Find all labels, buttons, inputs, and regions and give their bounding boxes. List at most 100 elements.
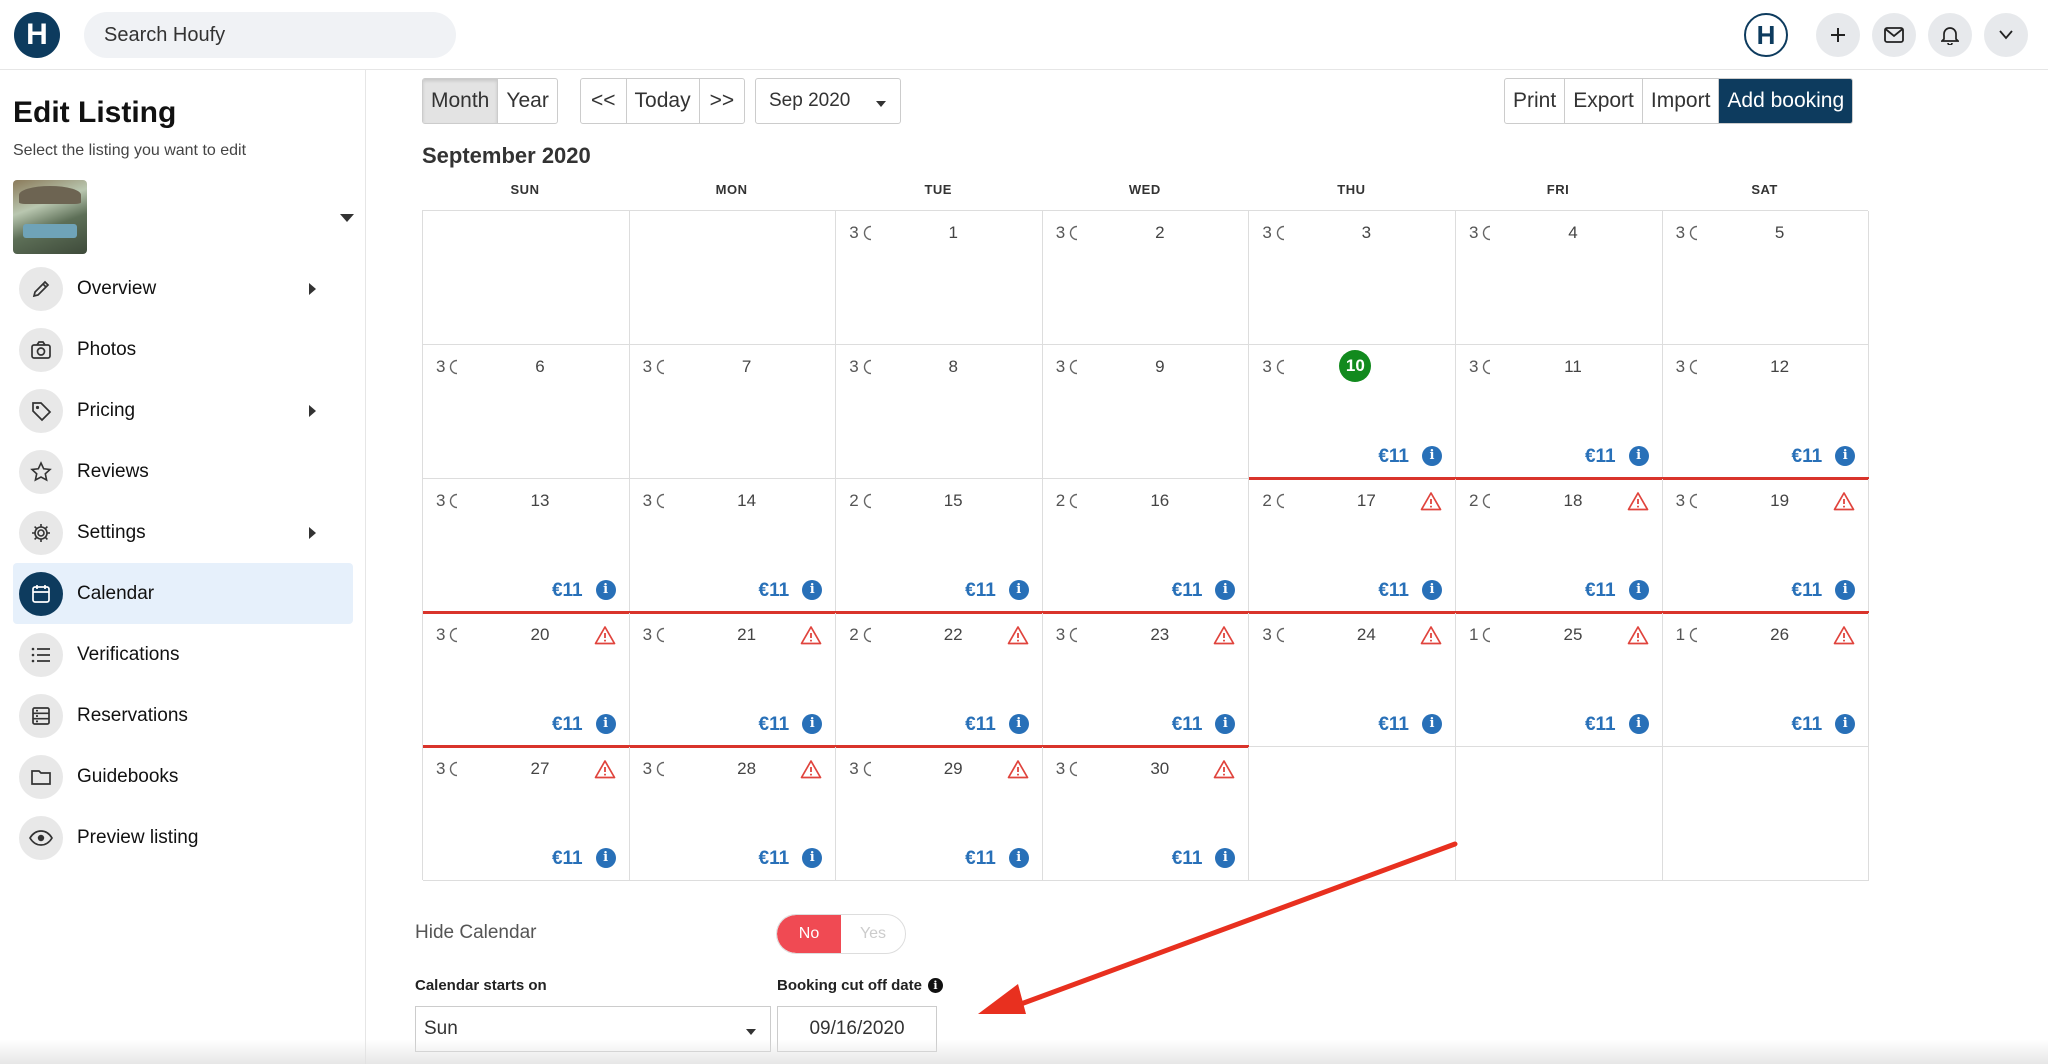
calendar-day-6[interactable]: 36 xyxy=(423,345,630,479)
calendar-day-22[interactable]: 2 22 €11 i xyxy=(836,613,1043,747)
calendar-day-10[interactable]: 3 10 €11 i xyxy=(1249,345,1456,479)
info-icon[interactable]: i xyxy=(1628,580,1649,600)
listing-dropdown-caret-icon[interactable] xyxy=(340,214,354,222)
info-icon[interactable]: i xyxy=(802,714,823,734)
info-icon[interactable]: i xyxy=(1835,580,1856,600)
notifications-button[interactable] xyxy=(1928,13,1972,57)
warning-badge[interactable] xyxy=(1420,491,1442,516)
calendar-day-18[interactable]: 2 18 €11 i xyxy=(1456,479,1663,613)
import-button[interactable]: Import xyxy=(1641,79,1719,123)
warning-badge[interactable] xyxy=(800,759,822,784)
toggle-yes-option[interactable]: Yes xyxy=(841,915,905,953)
info-icon[interactable]: i xyxy=(1421,580,1442,600)
day-number: 26 xyxy=(1770,625,1790,644)
calendar-day-17[interactable]: 2 17 €11 i xyxy=(1249,479,1456,613)
calendar-day-3[interactable]: 33 xyxy=(1249,211,1456,345)
add-button[interactable] xyxy=(1816,13,1860,57)
info-icon[interactable]: i xyxy=(802,848,823,868)
calendar-day-16[interactable]: 2 16 €11 i xyxy=(1042,479,1250,613)
warning-badge[interactable] xyxy=(1007,625,1029,650)
warning-badge[interactable] xyxy=(1213,759,1235,784)
calendar-day-9[interactable]: 39 xyxy=(1042,345,1250,479)
search-input[interactable]: Search Houfy xyxy=(84,12,456,58)
calendar-day-12[interactable]: 3 12 €11 i xyxy=(1662,345,1870,479)
list-icon xyxy=(19,632,63,677)
sidebar-item-verifications[interactable]: Verifications xyxy=(13,624,353,685)
sidebar-item-guidebooks[interactable]: Guidebooks xyxy=(13,746,353,807)
warning-badge[interactable] xyxy=(800,625,822,650)
sidebar-item-reservations[interactable]: Reservations xyxy=(13,685,353,746)
month-view-button[interactable]: Month xyxy=(423,79,498,123)
info-icon[interactable]: i xyxy=(1008,714,1029,734)
today-button[interactable]: Today xyxy=(625,79,699,123)
warning-badge[interactable] xyxy=(594,625,616,650)
info-icon[interactable]: i xyxy=(1628,714,1649,734)
warning-badge[interactable] xyxy=(594,759,616,784)
info-icon[interactable]: i xyxy=(595,714,616,734)
info-icon[interactable]: i xyxy=(1835,446,1856,466)
account-menu-button[interactable] xyxy=(1984,13,2028,57)
warning-badge[interactable] xyxy=(1627,491,1649,516)
sidebar-item-pricing[interactable]: Pricing xyxy=(13,380,353,441)
calendar-day-7[interactable]: 37 xyxy=(629,345,837,479)
houfy-logo[interactable]: H xyxy=(14,12,60,58)
sidebar-item-calendar[interactable]: Calendar xyxy=(13,563,353,624)
user-avatar[interactable]: H xyxy=(1744,13,1788,57)
info-icon[interactable]: i xyxy=(1008,580,1029,600)
next-month-button[interactable]: >> xyxy=(698,79,745,123)
hide-calendar-toggle[interactable]: No Yes xyxy=(776,914,906,954)
toggle-no-option[interactable]: No xyxy=(777,915,841,953)
info-icon[interactable]: i xyxy=(1421,446,1442,466)
info-icon[interactable]: i xyxy=(595,848,616,868)
info-icon[interactable]: i xyxy=(802,580,823,600)
warning-badge[interactable] xyxy=(1833,491,1855,516)
calendar-day-21[interactable]: 3 21 €11 i xyxy=(629,613,837,747)
month-select[interactable]: Sep 2020 xyxy=(755,78,901,124)
info-icon[interactable]: i xyxy=(595,580,616,600)
tag-icon xyxy=(19,388,63,433)
sidebar-item-settings[interactable]: Settings xyxy=(13,502,353,563)
calendar-day-28[interactable]: 3 28 €11 i xyxy=(629,747,837,881)
calendar-day-8[interactable]: 38 xyxy=(836,345,1043,479)
booking-cutoff-date-input[interactable]: 09/16/2020 xyxy=(777,1006,937,1052)
export-button[interactable]: Export xyxy=(1564,79,1642,123)
info-icon[interactable]: i xyxy=(1215,580,1236,600)
add-booking-button[interactable]: Add booking xyxy=(1718,79,1853,123)
sidebar-item-reviews[interactable]: Reviews xyxy=(13,441,353,502)
warning-badge[interactable] xyxy=(1833,625,1855,650)
calendar-day-24[interactable]: 3 24 €11 i xyxy=(1249,613,1456,747)
calendar-day-27[interactable]: 3 27 €11 i xyxy=(423,747,630,881)
info-icon[interactable]: i xyxy=(1421,714,1442,734)
warning-icon xyxy=(1214,760,1235,779)
calendar-day-26[interactable]: 1 26 €11 i xyxy=(1662,613,1870,747)
year-view-button[interactable]: Year xyxy=(497,79,556,123)
sidebar-item-preview-listing[interactable]: Preview listing xyxy=(13,807,353,868)
calendar-day-23[interactable]: 3 23 €11 i xyxy=(1042,613,1250,747)
calendar-day-20[interactable]: 3 20 €11 i xyxy=(423,613,630,747)
calendar-day-1[interactable]: 31 xyxy=(836,211,1043,345)
warning-badge[interactable] xyxy=(1627,625,1649,650)
warning-badge[interactable] xyxy=(1213,625,1235,650)
warning-badge[interactable] xyxy=(1007,759,1029,784)
info-icon[interactable]: i xyxy=(1835,714,1856,734)
info-icon[interactable]: i xyxy=(1215,714,1236,734)
warning-badge[interactable] xyxy=(1420,625,1442,650)
info-icon[interactable]: i xyxy=(1628,446,1649,466)
sidebar-item-overview[interactable]: Overview xyxy=(13,258,353,319)
calendar-day-2[interactable]: 32 xyxy=(1042,211,1250,345)
sidebar-item-photos[interactable]: Photos xyxy=(13,319,353,380)
prev-month-button[interactable]: << xyxy=(581,79,626,123)
messages-button[interactable] xyxy=(1872,13,1916,57)
calendar-day-15[interactable]: 2 15 €11 i xyxy=(836,479,1043,613)
calendar-day-11[interactable]: 3 11 €11 i xyxy=(1456,345,1663,479)
calendar-starts-on-select[interactable]: Sun xyxy=(415,1006,771,1052)
listing-thumbnail[interactable] xyxy=(13,180,87,254)
calendar-day-19[interactable]: 3 19 €11 i xyxy=(1662,479,1870,613)
calendar-day-4[interactable]: 34 xyxy=(1456,211,1663,345)
calendar-day-13[interactable]: 3 13 €11 i xyxy=(423,479,630,613)
calendar-day-25[interactable]: 1 25 €11 i xyxy=(1456,613,1663,747)
calendar-day-14[interactable]: 3 14 €11 i xyxy=(629,479,837,613)
calendar-day-5[interactable]: 35 xyxy=(1662,211,1870,345)
print-button[interactable]: Print xyxy=(1505,79,1564,123)
info-icon[interactable]: i xyxy=(928,978,943,993)
